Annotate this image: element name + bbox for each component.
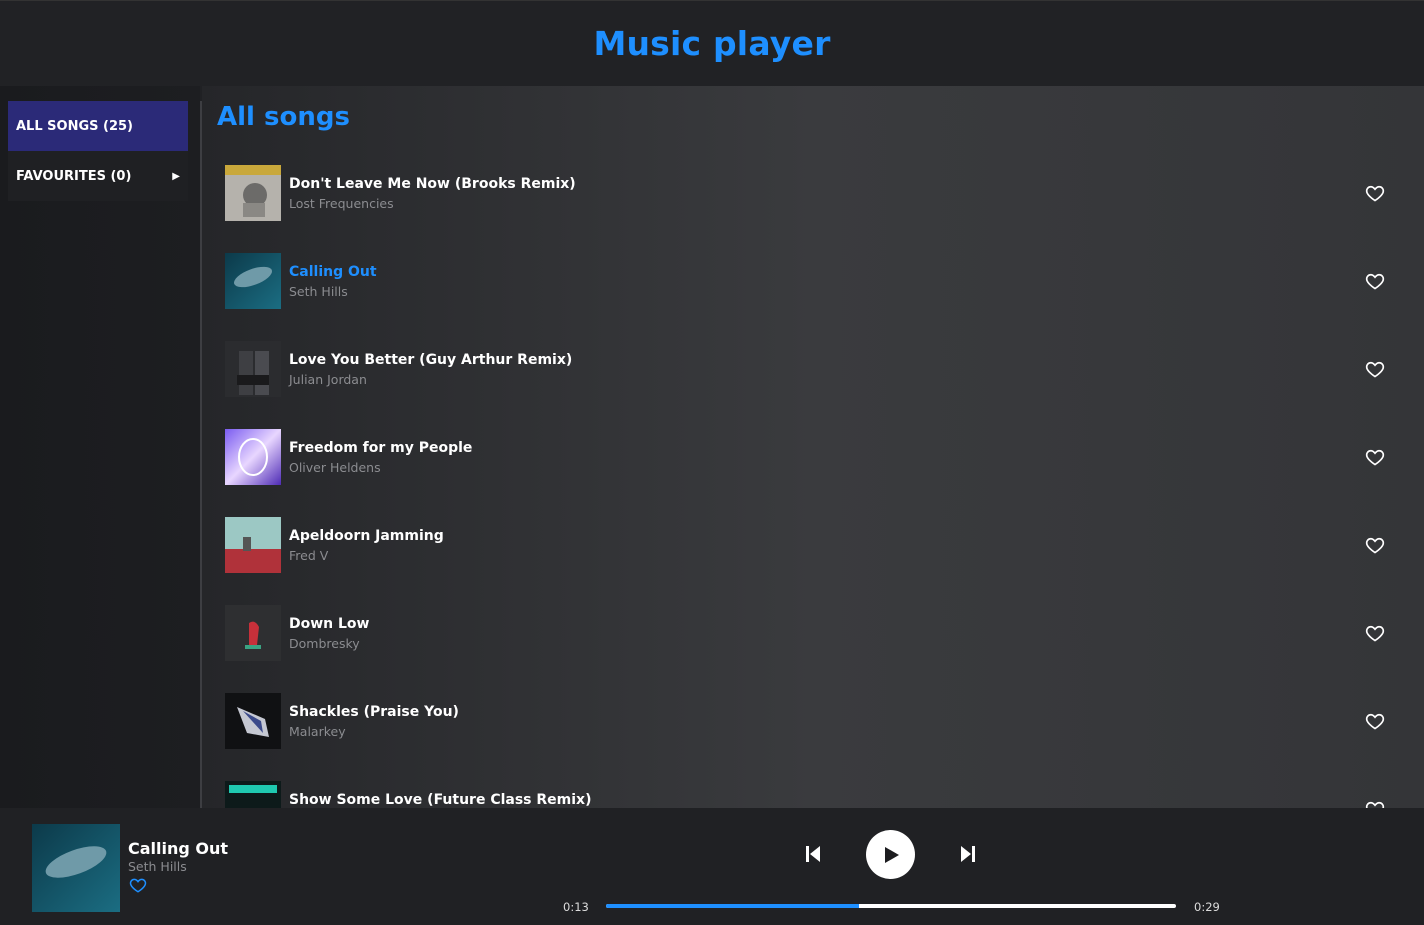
heart-icon[interactable] <box>1365 183 1385 203</box>
heart-icon[interactable] <box>1365 535 1385 555</box>
song-title: Don't Leave Me Now (Brooks Remix) <box>289 176 576 192</box>
app-title: Music player <box>593 24 831 63</box>
next-button[interactable] <box>959 845 977 863</box>
song-title: Calling Out <box>289 264 377 280</box>
song-artist: Oliver Heldens <box>289 460 381 475</box>
heart-icon[interactable] <box>129 876 147 894</box>
progress-fill <box>606 904 860 908</box>
duration: 0:29 <box>1194 900 1220 914</box>
player-bar: Calling Out Seth Hills 0:13 0:29 <box>0 808 1424 925</box>
sidebar-item-label: ALL SONGS (25) <box>16 118 133 134</box>
album-cover <box>225 781 281 808</box>
heart-icon[interactable] <box>1365 799 1385 808</box>
album-cover <box>225 165 281 221</box>
now-playing-artist: Seth Hills <box>128 859 187 874</box>
song-row[interactable]: Freedom for my People Oliver Heldens <box>225 429 1405 517</box>
progress-bar[interactable] <box>606 904 1176 908</box>
album-cover <box>225 693 281 749</box>
heart-icon[interactable] <box>1365 711 1385 731</box>
album-cover <box>225 605 281 661</box>
song-title: Love You Better (Guy Arthur Remix) <box>289 352 573 368</box>
song-artist: Malarkey <box>289 724 346 739</box>
heart-icon[interactable] <box>1365 359 1385 379</box>
song-title: Shackles (Praise You) <box>289 704 459 720</box>
song-row[interactable]: Love You Better (Guy Arthur Remix) Julia… <box>225 341 1405 429</box>
song-artist: Seth Hills <box>289 284 348 299</box>
app-header: Music player <box>0 0 1424 86</box>
sidebar-item-all-songs[interactable]: ALL SONGS (25) <box>8 101 188 151</box>
song-artist: Fred V <box>289 548 329 563</box>
song-artist: Lost Frequencies <box>289 196 394 211</box>
song-list-panel: All songs Don't Leave Me Now (Brooks Rem… <box>202 86 1424 808</box>
sidebar-item-favourites[interactable]: FAVOURITES (0) ▶ <box>8 151 188 201</box>
heart-icon[interactable] <box>1365 623 1385 643</box>
song-artist: Julian Jordan <box>289 372 367 387</box>
album-cover <box>225 253 281 309</box>
page-title: All songs <box>217 102 350 132</box>
song-row[interactable]: Shackles (Praise You) Malarkey <box>225 693 1405 781</box>
sidebar-item-label: FAVOURITES (0) <box>16 168 132 184</box>
song-title: Down Low <box>289 616 370 632</box>
previous-button[interactable] <box>804 845 822 863</box>
song-row[interactable]: Don't Leave Me Now (Brooks Remix) Lost F… <box>225 165 1405 253</box>
song-row[interactable]: Calling Out Seth Hills <box>225 253 1405 341</box>
now-playing-cover <box>32 824 120 912</box>
play-icon <box>884 846 899 863</box>
triangle-right-icon: ▶ <box>172 170 180 182</box>
current-time: 0:13 <box>563 900 589 914</box>
heart-icon[interactable] <box>1365 447 1385 467</box>
album-cover <box>225 341 281 397</box>
now-playing-title: Calling Out <box>128 839 229 858</box>
song-title: Show Some Love (Future Class Remix) <box>289 792 592 808</box>
album-cover <box>225 517 281 573</box>
song-title: Freedom for my People <box>289 440 473 456</box>
album-cover <box>225 429 281 485</box>
song-row[interactable]: Show Some Love (Future Class Remix) <box>225 781 1405 808</box>
play-button[interactable] <box>866 830 915 879</box>
sidebar: ALL SONGS (25) FAVOURITES (0) ▶ <box>0 86 200 808</box>
song-artist: Dombresky <box>289 636 360 651</box>
song-title: Apeldoorn Jamming <box>289 528 444 544</box>
song-row[interactable]: Apeldoorn Jamming Fred V <box>225 517 1405 605</box>
heart-icon[interactable] <box>1365 271 1385 291</box>
song-row[interactable]: Down Low Dombresky <box>225 605 1405 693</box>
song-list: Don't Leave Me Now (Brooks Remix) Lost F… <box>225 165 1405 808</box>
